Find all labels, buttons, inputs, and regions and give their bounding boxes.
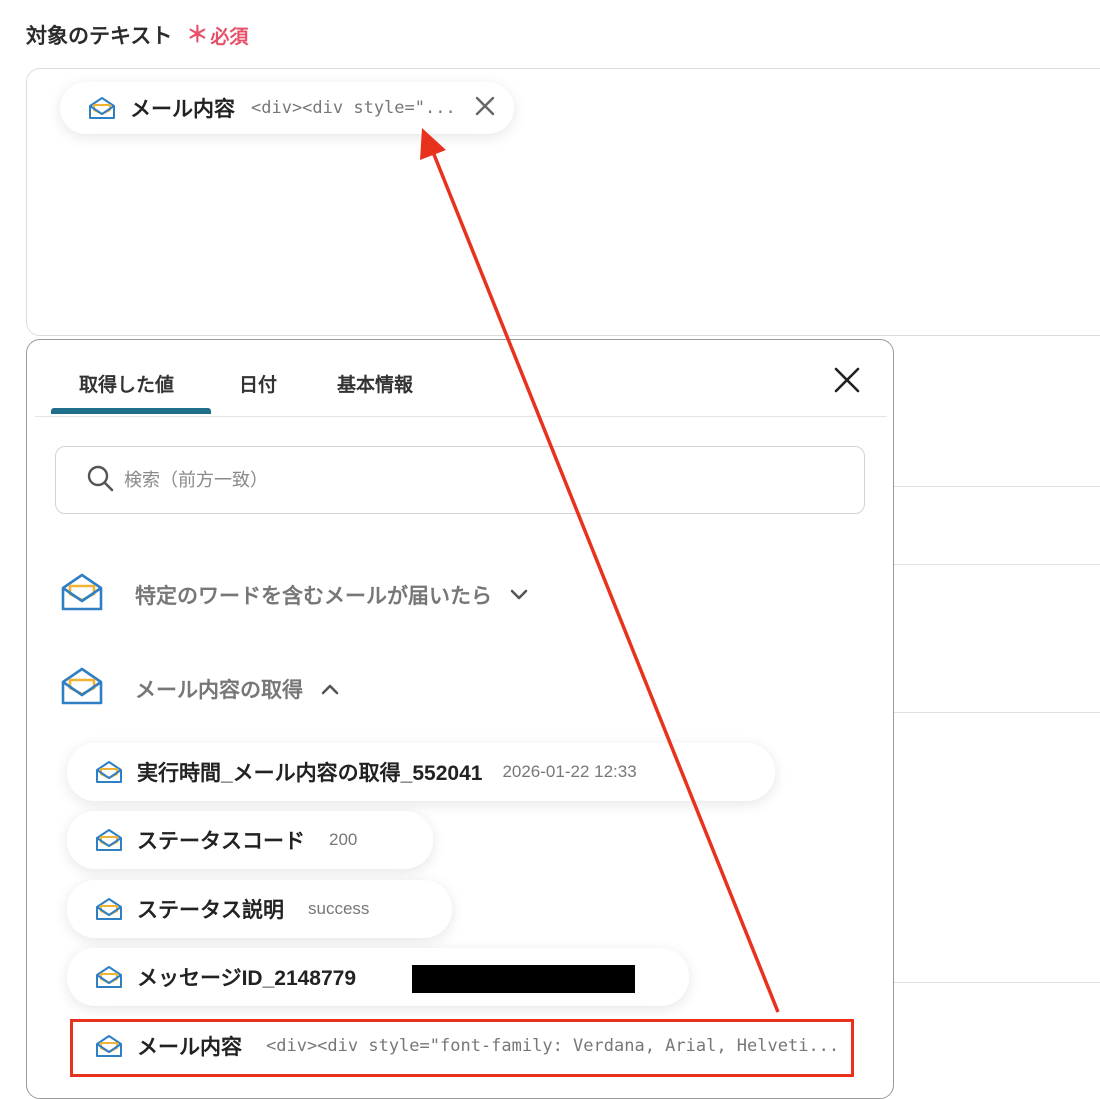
tab-date[interactable]: 日付 xyxy=(239,370,277,397)
item-value: 200 xyxy=(329,830,358,849)
background-divider xyxy=(893,712,1100,713)
list-item-status-description[interactable]: ステータス説明 success xyxy=(67,880,452,938)
group-trigger-mail-received[interactable]: 特定のワードを含むメールが届いたら xyxy=(61,572,530,617)
required-text: 必須 xyxy=(210,26,249,48)
list-item-execution-time[interactable]: 実行時間_メール内容の取得_552041 2026-01-22 12:33 xyxy=(67,743,775,801)
background-divider xyxy=(893,564,1100,565)
mail-open-icon xyxy=(88,96,116,120)
close-popup-icon[interactable] xyxy=(827,360,867,400)
redaction-bar xyxy=(412,965,635,993)
tab-basic-info[interactable]: 基本情報 xyxy=(337,370,413,397)
chip-name: メール内容 xyxy=(130,98,235,121)
required-badge: ＊ 必須 xyxy=(186,22,248,49)
mail-open-icon xyxy=(95,897,123,921)
item-name: 実行時間_メール内容の取得_552041 xyxy=(137,762,483,785)
item-name: ステータスコード xyxy=(137,830,305,853)
search-icon xyxy=(86,464,114,497)
background-divider xyxy=(893,486,1100,487)
chip-value: <div><div style="... xyxy=(251,98,456,118)
search-box[interactable] xyxy=(55,446,865,514)
item-value: success xyxy=(308,899,370,918)
popup-tabs: 取得した値 日付 基本情報 xyxy=(35,340,887,417)
chevron-down-icon xyxy=(508,588,530,602)
field-label-text: 対象のテキスト xyxy=(26,25,173,48)
background-divider xyxy=(893,982,1100,983)
chevron-up-icon xyxy=(319,682,341,696)
search-input[interactable] xyxy=(122,468,726,492)
item-name: メッセージID_2148779 xyxy=(137,967,357,990)
highlight-annotation-box xyxy=(70,1019,854,1077)
mail-open-icon xyxy=(61,572,103,617)
mail-open-icon xyxy=(95,760,123,784)
item-value: 2026-01-22 12:33 xyxy=(502,762,637,781)
group-title: 特定のワードを含むメールが届いたら xyxy=(135,584,492,608)
item-name: ステータス説明 xyxy=(137,899,284,922)
required-star: ＊ xyxy=(186,22,209,47)
group-get-mail-content[interactable]: メール内容の取得 xyxy=(61,666,341,711)
active-tab-indicator xyxy=(51,408,211,414)
group-title: メール内容の取得 xyxy=(135,678,303,702)
mail-open-icon xyxy=(95,965,123,989)
mail-open-icon xyxy=(61,666,103,711)
list-item-status-code[interactable]: ステータスコード 200 xyxy=(67,811,433,869)
mail-open-icon xyxy=(95,828,123,852)
selected-value-chip[interactable]: メール内容 <div><div style="... xyxy=(60,82,514,134)
field-label: 対象のテキスト ＊ 必須 xyxy=(26,20,248,50)
remove-chip-icon[interactable] xyxy=(474,95,496,121)
tab-acquired-values[interactable]: 取得した値 xyxy=(79,370,174,397)
